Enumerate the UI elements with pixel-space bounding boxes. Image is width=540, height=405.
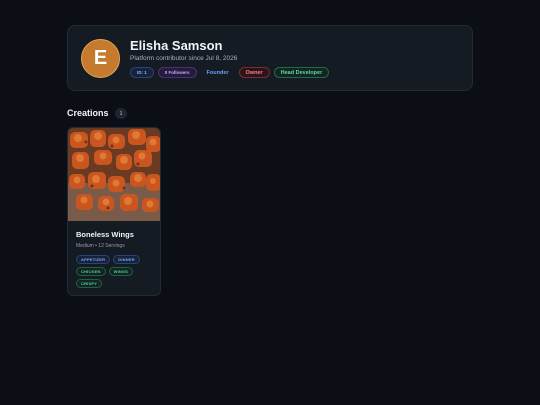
tag-crispy[interactable]: CRISPY [76,279,103,288]
avatar-letter: E [93,47,108,69]
profile-subtitle: Platform contributor since Jul 8, 2026 [130,55,238,62]
creations-heading: Creations [67,108,109,118]
profile-card: E Elisha Samson Platform contributor sin… [67,25,473,91]
creations-count-badge: 1 [115,108,127,119]
tag-wings[interactable]: WINGS [108,267,134,276]
recipe-title[interactable]: Boneless Wings [76,230,134,239]
founder-badge: Founder [206,69,229,76]
id-badge: ID: 1 [130,67,154,78]
tag-dinner[interactable]: DINNER [113,255,140,264]
avatar: E [81,39,120,78]
tag-chicken[interactable]: CHICKEN [76,267,106,276]
followers-badge[interactable]: 0 Followers [157,67,197,78]
profile-badges: ID: 1 0 Followers Founder Owner Head Dev… [130,67,330,78]
owner-badge: Owner [238,67,270,78]
recipe-image [68,128,160,221]
recipe-meta: Medium • 12 Servings [76,243,125,249]
recipe-tags: APPETIZER DINNER CHICKEN WINGS CRISPY [76,255,156,288]
profile-name: Elisha Samson [130,38,223,53]
head-developer-badge: Head Developer [273,67,330,78]
tag-appetizer[interactable]: APPETIZER [76,255,111,264]
recipe-card[interactable]: Boneless Wings Medium • 12 Servings APPE… [67,127,161,296]
